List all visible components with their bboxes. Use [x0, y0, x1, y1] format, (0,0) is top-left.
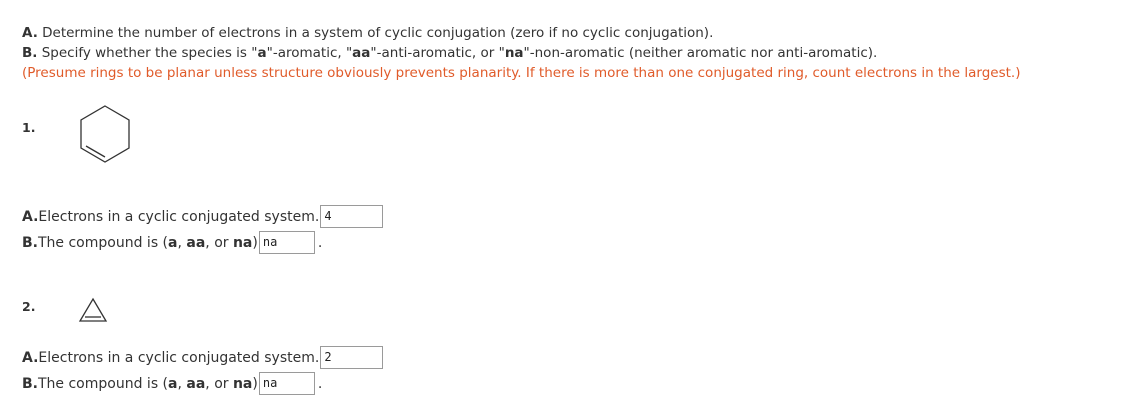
- answer-a-label-group: A.Electrons in a cyclic conjugated syste…: [22, 209, 319, 225]
- instruction-note: (Presume rings to be planar unless struc…: [22, 65, 1021, 81]
- answer-b-option-na: na: [232, 234, 253, 251]
- answer-b-text: ): [252, 234, 258, 251]
- question-2-answer-b: B.The compound is (a, aa, or na) na .: [22, 372, 322, 395]
- answer-b-label-group: B.The compound is (a, aa, or na): [22, 376, 258, 392]
- instruction-b-text: Specify whether the species is ": [37, 45, 258, 61]
- answer-b-option-aa: aa: [186, 234, 206, 251]
- instruction-a-text: Determine the number of electrons in a s…: [37, 25, 714, 41]
- question-1-number: 1.: [22, 120, 36, 135]
- aromaticity-input[interactable]: na: [258, 231, 315, 254]
- instruction-a: A. Determine the number of electrons in …: [22, 23, 1020, 43]
- instructions: A. Determine the number of electrons in …: [22, 23, 1020, 83]
- answer-b-option-na: na: [232, 375, 253, 392]
- answer-b-option-aa: aa: [186, 375, 206, 392]
- instruction-b-label: B.: [22, 45, 38, 61]
- answer-b-label-group: B.The compound is (a, aa, or na): [22, 235, 258, 251]
- instruction-b-a: a: [257, 45, 267, 61]
- answer-b-sep: , or: [205, 375, 233, 392]
- question-1-answer-b: B.The compound is (a, aa, or na) na .: [22, 231, 322, 254]
- electrons-input[interactable]: 4: [320, 205, 384, 228]
- instruction-b-text: "-non-aromatic (neither aromatic nor ant…: [523, 45, 878, 61]
- answer-b-text: The compound is (: [38, 375, 169, 392]
- instruction-b-text: "-anti-aromatic, or ": [370, 45, 505, 61]
- answer-b-text: ): [252, 375, 258, 392]
- answer-b-label: B.: [22, 234, 38, 251]
- cyclopropene-icon: [78, 297, 108, 322]
- aromaticity-input[interactable]: na: [258, 372, 315, 395]
- instruction-b-text: "-aromatic, ": [266, 45, 353, 61]
- answer-b-sep: , or: [205, 234, 233, 251]
- cyclohexene-icon: [80, 105, 130, 163]
- question-2-answer-a: A.Electrons in a cyclic conjugated syste…: [22, 346, 384, 369]
- answer-a-text: Electrons in a cyclic conjugated system.: [38, 349, 320, 366]
- answer-b-label: B.: [22, 375, 38, 392]
- question-2-number: 2.: [22, 299, 36, 314]
- answer-a-text: Electrons in a cyclic conjugated system.: [38, 208, 320, 225]
- answer-b-period: .: [317, 234, 323, 251]
- answer-a-label: A.: [22, 349, 39, 366]
- electrons-input[interactable]: 2: [320, 346, 384, 369]
- answer-a-label-group: A.Electrons in a cyclic conjugated syste…: [22, 350, 319, 366]
- instruction-b-na: na: [504, 45, 524, 61]
- instruction-b: B. Specify whether the species is "a"-ar…: [22, 43, 1020, 63]
- answer-a-label: A.: [22, 208, 39, 225]
- answer-b-period: .: [317, 375, 323, 392]
- answer-b-text: The compound is (: [38, 234, 169, 251]
- instruction-b-aa: aa: [352, 45, 371, 61]
- question-1-answer-a: A.Electrons in a cyclic conjugated syste…: [22, 205, 384, 228]
- instruction-a-label: A.: [22, 25, 38, 41]
